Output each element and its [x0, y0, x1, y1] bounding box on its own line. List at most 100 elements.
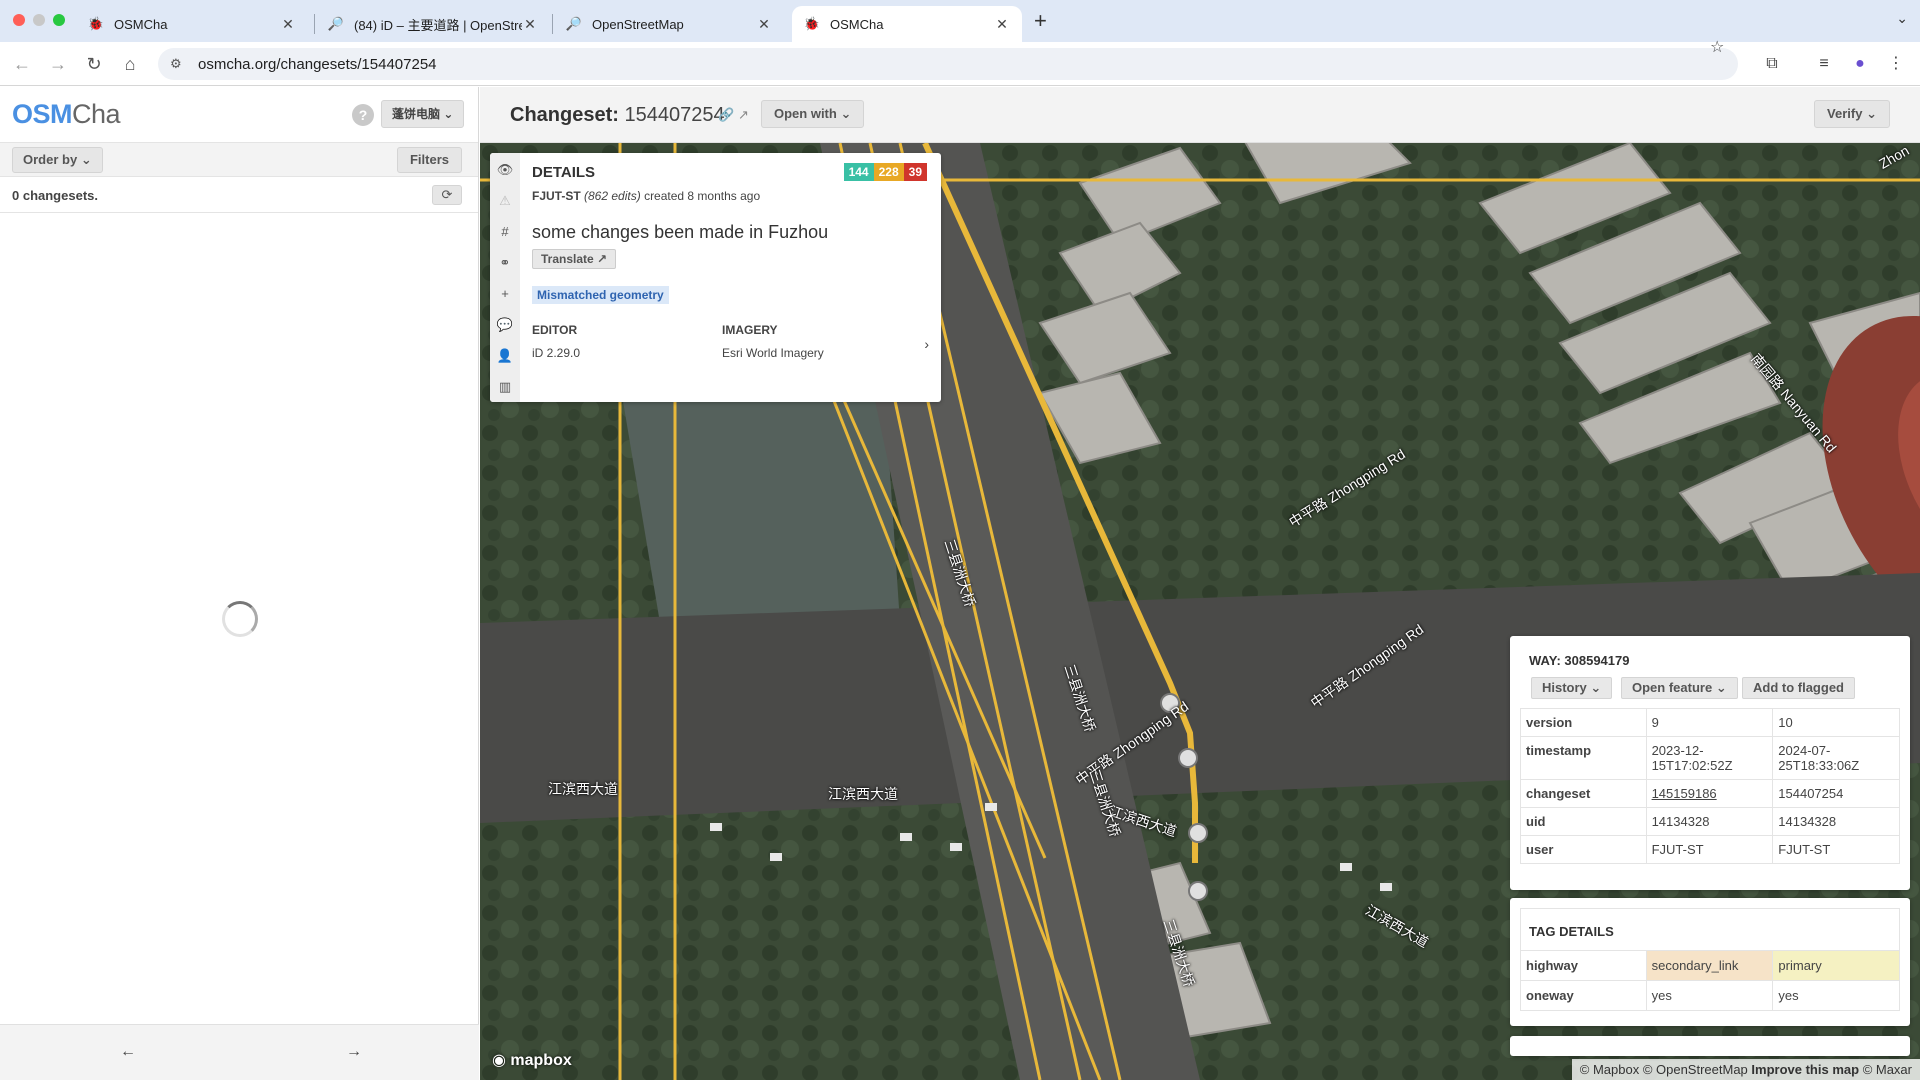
open-feature-label: Open feature	[1632, 680, 1713, 695]
comment-icon[interactable]: 💬	[490, 317, 520, 333]
cell-key: highway	[1520, 950, 1647, 981]
improve-map-link[interactable]: Improve this map	[1751, 1062, 1859, 1077]
open-with-label: Open with	[774, 106, 837, 121]
new-tab-button[interactable]: +	[1034, 8, 1047, 34]
change-count-badges: 144 228 39	[843, 163, 927, 181]
attribution-text[interactable]: © Mapbox © OpenStreetMap	[1580, 1062, 1748, 1077]
chevron-down-icon: ⌄	[80, 152, 92, 167]
way-details-panel: WAY: 308594179 History ⌄ Open feature ⌄ …	[1510, 636, 1910, 890]
hashtag-icon[interactable]: #	[490, 224, 520, 239]
order-by-button[interactable]: Order by ⌄	[12, 147, 103, 173]
cell-new: FJUT-ST	[1772, 835, 1900, 864]
browser-tab-4[interactable]: 🐞 OSMCha ✕	[792, 6, 1022, 42]
cell-key-text: user	[1526, 842, 1554, 857]
empty-panel	[1510, 1036, 1910, 1056]
plus-icon[interactable]: +	[490, 286, 520, 301]
tag-row: highway secondary_link primary	[1520, 950, 1900, 981]
refresh-icon[interactable]: ⟳	[432, 185, 462, 205]
cell-old-text[interactable]: 145159186	[1652, 786, 1717, 801]
home-button[interactable]: ⌂	[118, 52, 142, 76]
window-minimize-button[interactable]	[33, 14, 45, 26]
user-icon[interactable]: 👤	[490, 348, 520, 364]
cell-new: yes	[1772, 980, 1900, 1011]
user-name: 蓬饼电脑	[392, 107, 441, 121]
address-bar[interactable]: ⚙ osmcha.org/changesets/154407254	[158, 48, 1738, 80]
tab-label: OSMCha	[114, 16, 168, 32]
version-row: version 9 10	[1520, 708, 1900, 737]
tab-separator	[552, 14, 553, 34]
chevron-right-icon[interactable]: ›	[924, 336, 929, 352]
tab-label: OpenStreetMap	[592, 16, 684, 32]
cell-new: 10	[1772, 708, 1900, 737]
cell-new-text: 10	[1778, 715, 1793, 730]
bookmark-star-icon[interactable]: ☆	[1710, 39, 1724, 56]
cell-key-text: oneway	[1526, 988, 1574, 1003]
osmcha-logo[interactable]: OSMCha	[12, 99, 121, 130]
verify-button[interactable]: Verify ⌄	[1814, 100, 1890, 128]
external-link-icon[interactable]: ↗	[738, 107, 749, 123]
open-with-button[interactable]: Open with ⌄	[761, 100, 865, 128]
cell-new: 14134328	[1772, 807, 1900, 836]
url-text: osmcha.org/changesets/154407254	[198, 55, 437, 73]
profile-avatar-icon[interactable]: ●	[1848, 52, 1872, 76]
forward-button[interactable]: →	[46, 52, 70, 76]
browser-tab-1[interactable]: 🐞 OSMCha ✕	[76, 6, 308, 42]
cell-key-text: uid	[1526, 814, 1546, 829]
features-icon[interactable]: ⚭	[490, 255, 520, 271]
cell-new-text: FJUT-ST	[1778, 842, 1831, 857]
sidebar-filter-bar: Order by ⌄ Filters	[0, 143, 478, 177]
translate-label: Translate	[541, 252, 594, 266]
tab-label: OSMCha	[830, 16, 884, 32]
close-icon[interactable]: ✕	[522, 16, 538, 33]
extensions-icon[interactable]: ⧉	[1760, 52, 1784, 76]
user-menu-button[interactable]: 蓬饼电脑 ⌄	[381, 100, 465, 128]
page-title: Changeset: 154407254	[510, 104, 725, 127]
sidebar-header: OSMCha ? 蓬饼电脑 ⌄	[0, 87, 478, 143]
author-edits: (862 edits)	[584, 189, 641, 203]
tab-label: (84) iD – 主要道路 | OpenStre	[354, 17, 522, 33]
back-button[interactable]: ←	[10, 52, 34, 76]
cell-old-text: 2023-12-15T17:02:52Z	[1651, 743, 1733, 773]
order-by-label: Order by	[23, 152, 78, 167]
previous-page-button[interactable]: ←	[120, 1043, 136, 1061]
open-feature-button[interactable]: Open feature ⌄	[1621, 677, 1738, 699]
osmcha-icon: 🐞	[803, 16, 821, 31]
tag-details-table: highway secondary_link primary oneway yes yes	[1520, 950, 1900, 1011]
window-maximize-button[interactable]	[53, 14, 65, 26]
version-row: user FJUT-ST FJUT-ST	[1520, 835, 1900, 864]
cell-key-text: version	[1526, 715, 1573, 730]
reload-button[interactable]: ↻	[82, 52, 106, 76]
changeset-sidebar: OSMCha ? 蓬饼电脑 ⌄ Order by ⌄ Filters 0 cha…	[0, 87, 479, 1080]
browser-menu-icon[interactable]: ⋮	[1884, 52, 1908, 76]
browser-tab-3[interactable]: 🔎 OpenStreetMap ✕	[554, 6, 784, 42]
add-to-flagged-button[interactable]: Add to flagged	[1742, 677, 1855, 699]
eye-icon[interactable]: 👁	[490, 162, 520, 178]
browser-tab-2[interactable]: 🔎 (84) iD – 主要道路 | OpenStre ✕	[316, 6, 550, 42]
version-row: uid 14134328 14134328	[1520, 807, 1900, 836]
site-info-icon[interactable]: ⚙	[170, 56, 188, 72]
map-icon[interactable]: ▥	[490, 379, 520, 395]
cell-old: 145159186	[1645, 779, 1774, 808]
cell-old-text: yes	[1651, 988, 1672, 1003]
filters-button[interactable]: Filters	[396, 147, 462, 173]
close-icon[interactable]: ✕	[994, 16, 1010, 33]
history-button[interactable]: History ⌄	[1531, 677, 1613, 699]
window-close-button[interactable]	[13, 14, 25, 26]
mapbox-logo[interactable]: ◉ mapbox	[492, 1050, 572, 1070]
close-icon[interactable]: ✕	[756, 16, 772, 33]
translate-button[interactable]: Translate ↗	[532, 249, 617, 269]
logo-osm: OSM	[12, 99, 73, 129]
openstreetmap-icon: 🔎	[327, 16, 345, 31]
author-name[interactable]: FJUT-ST	[532, 189, 581, 203]
next-page-button[interactable]: →	[346, 1043, 362, 1061]
help-icon[interactable]: ?	[352, 104, 374, 126]
copy-link-icon[interactable]: 🔗	[718, 107, 734, 123]
flag-reason-badge: Mismatched geometry	[532, 286, 669, 304]
media-controls-icon[interactable]: ≡	[1812, 52, 1836, 76]
close-icon[interactable]: ✕	[280, 16, 296, 33]
tab-search-chevron-icon[interactable]: ⌄	[1896, 10, 1908, 27]
cell-old: yes	[1645, 980, 1774, 1011]
cell-new-text: 14134328	[1778, 814, 1837, 829]
cell-key: oneway	[1520, 980, 1647, 1011]
warning-icon[interactable]: ⚠	[490, 193, 520, 209]
